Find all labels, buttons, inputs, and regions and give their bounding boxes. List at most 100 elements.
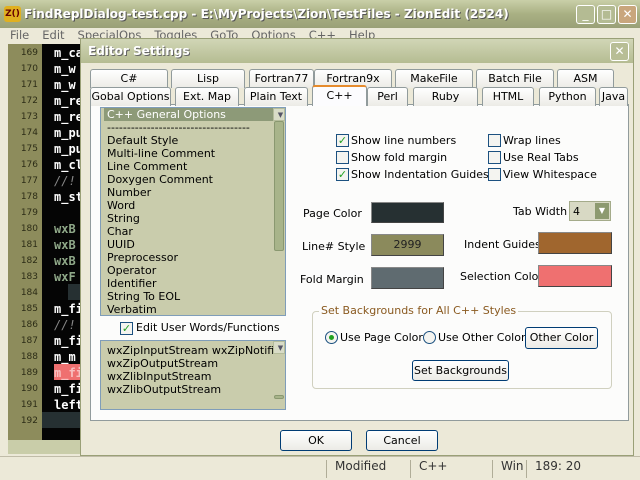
horizontal-scrollbar[interactable] <box>8 440 82 454</box>
line-number: 174 <box>20 128 38 138</box>
page-color-label: Page Color <box>303 207 362 220</box>
line-number: 171 <box>20 80 38 90</box>
checkbox-show-indentation-guides[interactable]: ✓ <box>336 168 349 181</box>
style-list-item[interactable]: ------------------------------------ <box>104 121 285 134</box>
style-list-item[interactable]: String <box>104 212 285 225</box>
checkbox-label: Wrap lines <box>503 134 561 147</box>
line-number: 185 <box>20 304 38 314</box>
user-word-line: wxZlibInputStream <box>107 370 212 383</box>
style-list-scrollbar[interactable]: ▲▼ <box>273 108 285 251</box>
tab-html[interactable]: HTML <box>482 87 534 106</box>
checkbox-wrap-lines[interactable] <box>488 134 501 147</box>
tab-cpp[interactable]: C++ <box>312 85 367 106</box>
app-icon[interactable]: Z() <box>4 6 21 22</box>
style-list-item[interactable]: Line Comment <box>104 160 285 173</box>
fold-margin-label: Fold Margin <box>300 273 364 286</box>
line-number: 188 <box>20 352 38 362</box>
tab-plaintext[interactable]: Plain Text <box>244 87 308 106</box>
tab-panel-cpp: C++ General Options ---------------------… <box>90 104 629 421</box>
tab-ruby[interactable]: Ruby <box>413 87 478 106</box>
code-line: wxB <box>54 254 76 268</box>
line-number: 187 <box>20 336 38 346</box>
checkbox-view-whitespace[interactable] <box>488 168 501 181</box>
style-list-item[interactable]: Preprocessor <box>104 251 285 264</box>
line-number: 172 <box>20 96 38 106</box>
indent-guides-swatch[interactable] <box>538 232 612 254</box>
tab-python[interactable]: Python <box>539 87 596 106</box>
code-editor[interactable]: m_ca m_w m_w m_re m_re m_pu m_pu m_cl //! D m_stw… <box>42 44 82 444</box>
line-number-gutter: 169 170 171 172 173 174 175 176 177 178 179 180 181 1… <box>8 44 42 440</box>
user-word-line: wxZipInputStream wxZipNotifier <box>107 344 286 357</box>
line-number: 178 <box>20 192 38 202</box>
checkbox-show-fold-margin[interactable] <box>336 151 349 164</box>
minimize-button[interactable]: _ <box>576 5 595 24</box>
user-words-scrollbar[interactable]: ▲▼ <box>273 341 285 399</box>
tab-lisp[interactable]: Lisp <box>171 69 245 88</box>
line-number: 169 <box>20 48 38 58</box>
code-line <box>42 412 82 428</box>
selection-color-swatch[interactable] <box>538 265 612 287</box>
style-list-item[interactable]: Char <box>104 225 285 238</box>
use-other-color-radio[interactable] <box>423 331 436 344</box>
checkbox-use-real-tabs[interactable] <box>488 151 501 164</box>
tab-batchfile[interactable]: Batch File <box>476 69 554 88</box>
line-number: 181 <box>20 240 38 250</box>
line-style-swatch[interactable]: 2999 <box>371 234 444 256</box>
style-list-item[interactable]: Operator <box>104 264 285 277</box>
line-number: 189 <box>20 368 38 378</box>
tab-asm[interactable]: ASM <box>557 69 614 88</box>
style-list-item[interactable]: String To EOL <box>104 290 285 303</box>
style-list-item[interactable]: Identifier <box>104 277 285 290</box>
page-color-swatch[interactable] <box>371 202 444 223</box>
code-line: m_pu <box>54 126 82 140</box>
tab-java[interactable]: Java <box>599 87 628 106</box>
tab-c[interactable]: C# <box>90 69 168 88</box>
tab-perl[interactable]: Perl <box>367 87 408 106</box>
chevron-down-icon[interactable]: ▼ <box>595 203 609 219</box>
indent-guides-label: Indent Guides <box>464 238 541 251</box>
fold-margin-swatch[interactable] <box>371 267 444 289</box>
cancel-button[interactable]: Cancel <box>366 430 438 451</box>
close-button[interactable]: ✕ <box>618 5 637 24</box>
menu-file[interactable]: File <box>10 28 29 42</box>
style-list-item[interactable]: Doxygen Comment <box>104 173 285 186</box>
backgrounds-group-title: Set Backgrounds for All C++ Styles <box>319 304 519 317</box>
line-number: 175 <box>20 144 38 154</box>
ok-button[interactable]: OK <box>280 430 352 451</box>
edit-user-words-checkbox[interactable]: ✓ <box>120 322 133 335</box>
tab-gobaloptions[interactable]: Gobal Options <box>90 87 171 106</box>
other-color-button[interactable]: Other Color <box>525 327 598 349</box>
checkbox-label: Use Real Tabs <box>503 151 579 164</box>
use-page-color-radio[interactable] <box>325 331 338 344</box>
user-words-textarea[interactable]: wxZipInputStream wxZipNotifier wxZipOutpu… <box>100 340 286 410</box>
code-line: m_w <box>54 78 76 92</box>
code-line: leftS <box>54 398 82 412</box>
line-number: 176 <box>20 160 38 170</box>
code-line: m_m <box>54 350 76 364</box>
checkbox-label: View Whitespace <box>503 168 597 181</box>
set-backgrounds-button[interactable]: Set Backgrounds <box>412 360 509 381</box>
style-list[interactable]: C++ General Options ---------------------… <box>100 107 286 316</box>
tab-fortran77[interactable]: Fortran77 <box>249 69 314 88</box>
style-list-item[interactable]: UUID <box>104 238 285 251</box>
style-list-item[interactable]: Number <box>104 186 285 199</box>
status-position: 189: 20 <box>526 460 626 478</box>
line-number: 180 <box>20 224 38 234</box>
code-line: //! If <box>54 318 82 332</box>
menu-edit[interactable]: Edit <box>42 28 64 42</box>
tab-makefile[interactable]: MakeFile <box>395 69 473 88</box>
checkbox-show-line-numbers[interactable]: ✓ <box>336 134 349 147</box>
tab-width-select[interactable]: 4 ▼ <box>569 201 611 221</box>
style-list-item[interactable]: Default Style <box>104 134 285 147</box>
maximize-button[interactable]: □ <box>597 5 616 24</box>
tab-extmap[interactable]: Ext. Map <box>175 87 239 106</box>
style-list-item[interactable]: Word <box>104 199 285 212</box>
status-bar: Modified C++ Win 189: 20 <box>0 456 640 480</box>
style-list-item[interactable]: C++ General Options <box>104 108 273 121</box>
style-list-item[interactable]: Multi-line Comment <box>104 147 285 160</box>
style-list-item[interactable]: Verbatim <box>104 303 285 315</box>
dialog-close-button[interactable]: ✕ <box>610 42 629 61</box>
line-number: 173 <box>20 112 38 122</box>
line-number: 179 <box>20 208 38 218</box>
tab-width-label: Tab Width <box>513 205 568 218</box>
